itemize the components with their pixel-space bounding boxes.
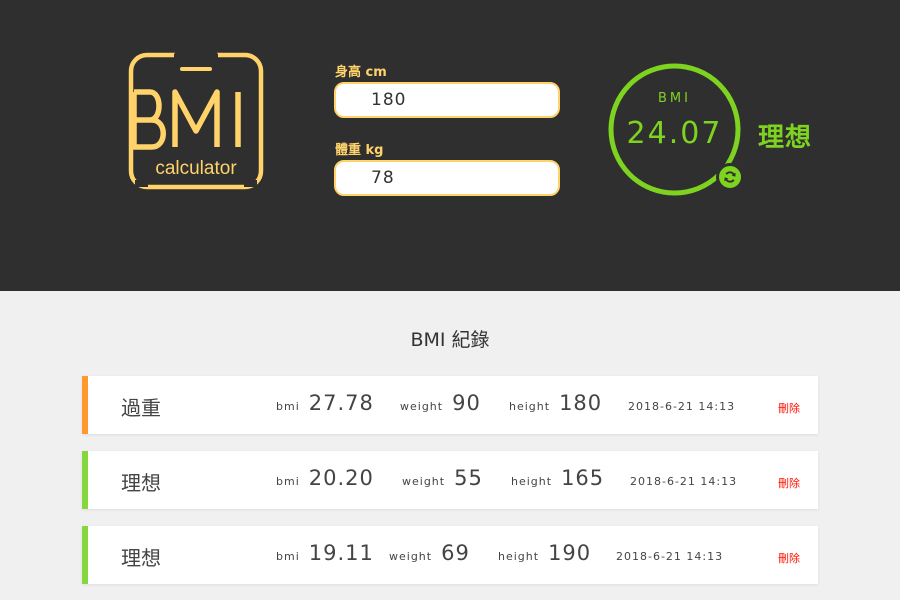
weight-input[interactable] xyxy=(334,160,560,196)
record-date: 2018-6-21 14:13 xyxy=(630,475,738,488)
bmi-value: 24.07 xyxy=(626,116,723,151)
weight-key: weight xyxy=(402,475,446,488)
record-bmi: bmi 20.20 xyxy=(276,466,374,490)
record-status: 理想 xyxy=(121,546,161,570)
height-key: height xyxy=(509,400,551,413)
records-title: BMI 紀錄 xyxy=(410,329,490,351)
record-status: 過重 xyxy=(121,396,161,420)
bmi-value: 20.20 xyxy=(308,466,374,490)
record-height: height 190 xyxy=(498,541,591,565)
bmi-key: bmi xyxy=(276,400,300,413)
record-weight: weight 69 xyxy=(389,541,470,565)
refresh-icon xyxy=(724,171,736,183)
bmi-key: bmi xyxy=(276,550,300,563)
weight-value: 55 xyxy=(454,466,483,490)
height-value: 165 xyxy=(561,466,605,490)
bmi-calculator-logo: calculator xyxy=(128,52,264,190)
record-status: 理想 xyxy=(121,471,161,495)
record-weight: weight 55 xyxy=(402,466,483,490)
bmi-value: 27.78 xyxy=(308,391,374,415)
delete-button[interactable]: 刪除 xyxy=(778,475,800,491)
reset-button[interactable] xyxy=(716,163,744,191)
bmi-value: 19.11 xyxy=(308,541,374,565)
result-label: BMI xyxy=(658,91,691,106)
logo-subtitle: calculator xyxy=(155,158,237,179)
bmi-key: bmi xyxy=(276,475,300,488)
record-date: 2018-6-21 14:13 xyxy=(616,550,724,563)
header: calculator 身高 cm 體重 kg BMI 24.07 理想 xyxy=(0,0,900,291)
weight-value: 90 xyxy=(452,391,481,415)
weight-key: weight xyxy=(400,400,444,413)
height-value: 180 xyxy=(559,391,603,415)
record-height: height 165 xyxy=(511,466,604,490)
height-label: 身高 cm xyxy=(335,65,387,80)
record-bmi: bmi 27.78 xyxy=(276,391,374,415)
result-status: 理想 xyxy=(758,123,813,153)
height-value: 190 xyxy=(548,541,592,565)
record-height: height 180 xyxy=(509,391,602,415)
record-row: 過重 bmi 27.78 weight 90 height 180 2018-6… xyxy=(82,376,818,434)
record-row: 理想 bmi 20.20 weight 55 height 165 2018-6… xyxy=(82,451,818,509)
record-row: 理想 bmi 19.11 weight 69 height 190 2018-6… xyxy=(82,526,818,584)
delete-button[interactable]: 刪除 xyxy=(778,550,800,566)
height-input[interactable] xyxy=(334,82,560,118)
record-bmi: bmi 19.11 xyxy=(276,541,374,565)
record-date: 2018-6-21 14:13 xyxy=(628,400,736,413)
weight-key: weight xyxy=(389,550,433,563)
height-key: height xyxy=(498,550,540,563)
height-key: height xyxy=(511,475,553,488)
delete-button[interactable]: 刪除 xyxy=(778,400,800,416)
weight-label: 體重 kg xyxy=(335,143,384,158)
weight-value: 69 xyxy=(441,541,470,565)
record-weight: weight 90 xyxy=(400,391,481,415)
